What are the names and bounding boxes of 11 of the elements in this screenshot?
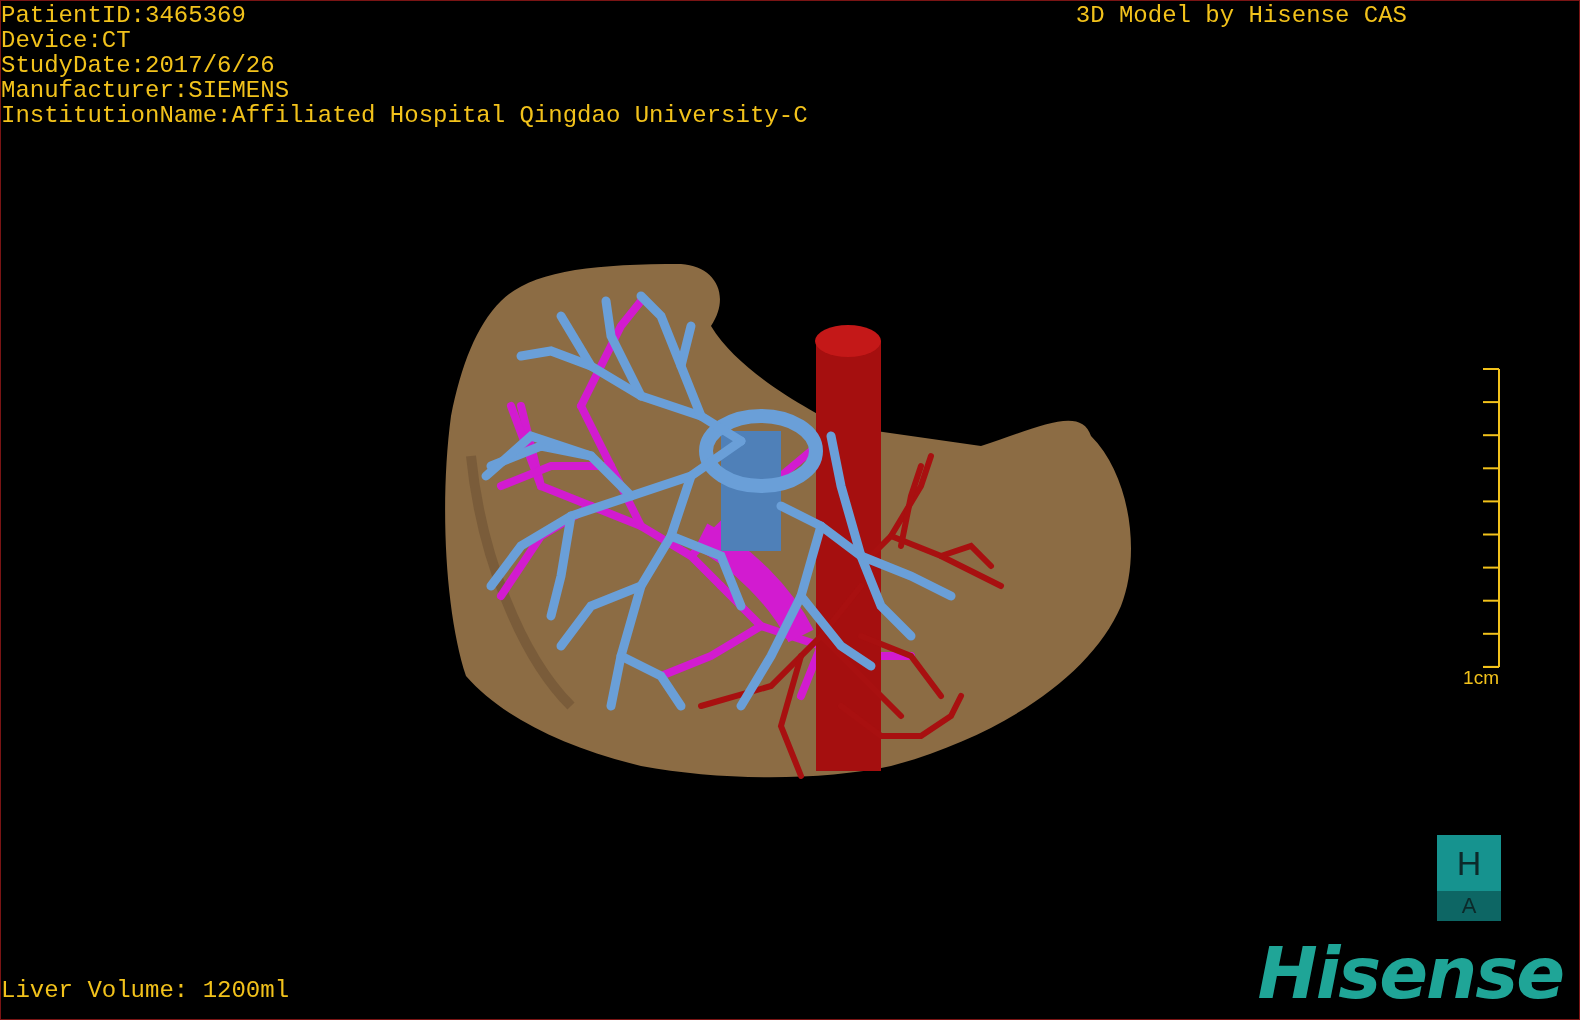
patient-info-line: StudyDate:2017/6/26 bbox=[1, 53, 276, 78]
patient-info-line: PatientID:3465369 bbox=[1, 3, 247, 28]
liver-volume: Liver Volume: 1200ml bbox=[1, 978, 290, 1003]
brand-logo: Hisense bbox=[1257, 935, 1564, 1011]
cube-face-label: H bbox=[1456, 843, 1482, 883]
patient-info-line: Device:CT bbox=[1, 28, 132, 53]
scale-label: 1cm bbox=[1463, 668, 1499, 688]
patient-info-line: Manufacturer:SIEMENS bbox=[1, 78, 291, 103]
cube-face-label: A bbox=[1461, 893, 1477, 919]
model-title: 3D Model by Hisense CAS bbox=[1075, 3, 1407, 28]
patient-info-line: InstitutionName:Affiliated Hospital Qingdao University-C bbox=[1, 103, 808, 128]
